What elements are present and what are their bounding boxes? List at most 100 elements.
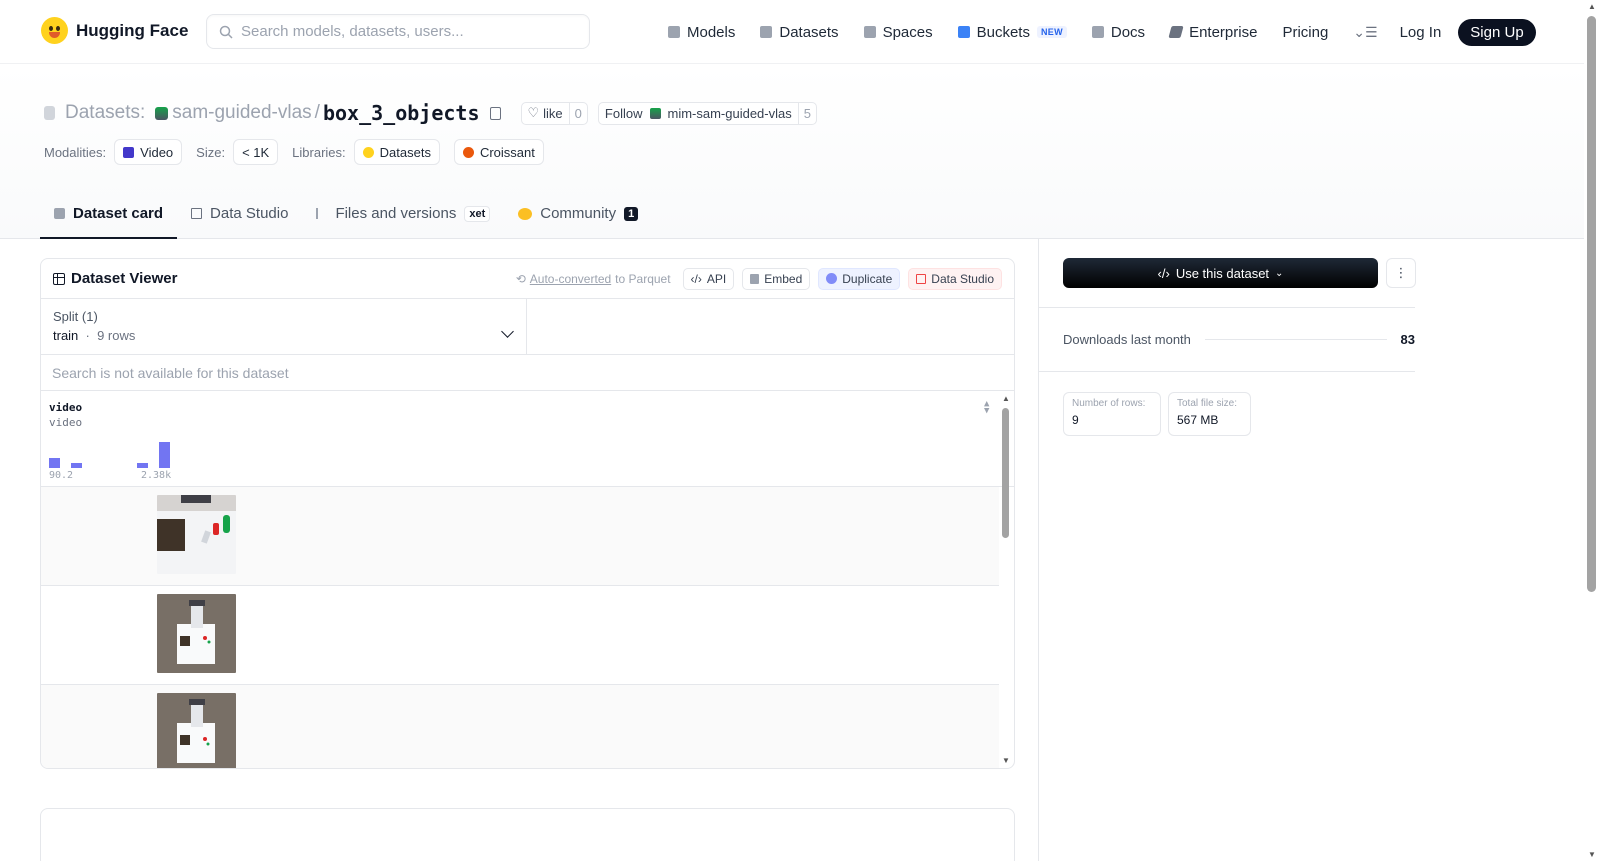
- histogram-bar[interactable]: [137, 462, 148, 468]
- enterprise-icon: [1168, 26, 1184, 38]
- chevron-down-icon: ⌄: [1275, 267, 1284, 279]
- table-row[interactable]: [41, 685, 999, 768]
- file-size-stat: Total file size: 567 MB: [1168, 392, 1251, 436]
- auto-converted-link[interactable]: Auto-converted: [530, 272, 611, 286]
- nav-buckets[interactable]: Buckets NEW: [957, 23, 1067, 41]
- split-select[interactable]: Split (1) train · 9 rows: [41, 299, 527, 354]
- follower-count: 5: [797, 102, 816, 124]
- database-icon: [760, 26, 773, 38]
- tab-community[interactable]: Community 1: [504, 188, 652, 239]
- vertical-dots-icon: ⋮: [1394, 265, 1408, 280]
- table-row[interactable]: [41, 487, 999, 586]
- like-button[interactable]: ♡ like 0: [520, 101, 588, 125]
- video-thumbnail[interactable]: [157, 594, 236, 673]
- page-scrollbar-thumb[interactable]: [1587, 16, 1596, 592]
- login-button[interactable]: Log In: [1400, 24, 1442, 41]
- video-thumbnail-frame: [157, 594, 236, 673]
- tab-community-label: Community: [540, 205, 617, 222]
- like-label: like: [543, 105, 563, 121]
- embed-button[interactable]: Embed: [742, 267, 811, 290]
- refresh-icon: ⟲: [515, 271, 526, 286]
- scroll-up-icon[interactable]: ▲: [1002, 394, 1010, 403]
- brand-name: Hugging Face: [76, 20, 189, 40]
- signup-button[interactable]: Sign Up: [1458, 18, 1536, 46]
- owner-avatar: [155, 106, 169, 120]
- tab-dataset-card-label: Dataset card: [73, 205, 164, 222]
- table-icon: [916, 273, 927, 284]
- table-icon: [53, 272, 65, 285]
- search-box[interactable]: [206, 14, 590, 49]
- sort-icon[interactable]: ▲ ▼: [984, 400, 989, 416]
- file-size-label: Total file size:: [1177, 398, 1238, 409]
- tag-datasets-library[interactable]: Datasets: [353, 139, 440, 165]
- tab-data-studio[interactable]: Data Studio: [177, 188, 302, 239]
- size-label: Size:: [196, 144, 226, 160]
- column-name: video: [49, 401, 83, 414]
- column-type: video: [49, 416, 83, 429]
- hugging-face-logo-icon: [41, 17, 68, 44]
- top-navbar: Hugging Face Models Datasets Spaces Buck…: [0, 0, 1584, 64]
- table-scrollbar[interactable]: ▲ ▼: [999, 391, 1013, 768]
- like-count: 0: [568, 102, 587, 124]
- search-icon: [219, 25, 233, 39]
- dataset-card-content: [40, 808, 1015, 861]
- nav-models[interactable]: Models: [668, 24, 735, 41]
- histogram-bar[interactable]: [49, 458, 60, 468]
- follow-button[interactable]: Follow mim-sam-guided-vlas 5: [597, 101, 817, 125]
- histogram-bar[interactable]: [71, 462, 82, 468]
- page-scrollbar[interactable]: ▲ ▼: [1584, 0, 1600, 861]
- database-icon: [44, 106, 55, 120]
- nav-enterprise[interactable]: Enterprise: [1168, 23, 1258, 41]
- nav-pricing[interactable]: Pricing: [1282, 24, 1328, 41]
- brand-logo[interactable]: Hugging Face: [41, 17, 188, 44]
- file-tree-icon: [316, 208, 327, 219]
- api-label: API: [706, 271, 727, 286]
- table-row[interactable]: [41, 586, 999, 685]
- heart-icon: ♡: [527, 105, 540, 120]
- xet-badge: xet: [464, 205, 491, 222]
- nav-spaces[interactable]: Spaces: [863, 23, 933, 41]
- nav-spaces-label: Spaces: [882, 23, 933, 41]
- nav-datasets[interactable]: Datasets: [760, 24, 839, 41]
- scroll-down-icon[interactable]: ▼: [1002, 756, 1010, 765]
- more-menu-icon[interactable]: ⌄☰: [1353, 24, 1377, 41]
- api-button[interactable]: ‹/› API: [682, 267, 735, 290]
- viewer-title: Dataset Viewer: [53, 270, 177, 287]
- downloads-stat: Downloads last month 83: [1063, 332, 1415, 347]
- scroll-up-icon[interactable]: ▲: [1588, 2, 1596, 11]
- repo-owner-link[interactable]: sam-guided-vlas: [172, 102, 311, 124]
- column-header-video[interactable]: video video ▲ ▼ 90.2 2.38k: [41, 391, 1014, 487]
- data-studio-button[interactable]: Data Studio: [908, 267, 1002, 290]
- tag-size[interactable]: < 1K: [233, 139, 279, 165]
- org-avatar: [650, 107, 662, 119]
- data-studio-label: Data Studio: [931, 271, 994, 286]
- more-options-button[interactable]: ⋮: [1386, 258, 1416, 288]
- duplicate-button[interactable]: Duplicate: [818, 267, 901, 290]
- tab-dataset-card[interactable]: Dataset card: [40, 188, 178, 239]
- video-icon: [123, 146, 135, 158]
- croissant-icon: [462, 146, 474, 158]
- tag-croissant-library[interactable]: Croissant: [453, 139, 544, 165]
- dataset-viewer: Dataset Viewer ⟲ Auto-converted to Parquet…: [40, 258, 1015, 769]
- video-thumbnail[interactable]: [157, 495, 236, 574]
- use-this-dataset-button[interactable]: ‹/› Use this dataset ⌄: [1063, 258, 1378, 288]
- cube-icon: [668, 26, 680, 38]
- repo-name[interactable]: box_3_objects: [323, 101, 480, 125]
- nav-buckets-label: Buckets: [976, 23, 1030, 41]
- scrollbar-thumb[interactable]: [1002, 408, 1009, 538]
- copy-icon[interactable]: [489, 106, 501, 120]
- repo-type-label[interactable]: Datasets:: [65, 102, 145, 124]
- embed-icon: [750, 273, 760, 284]
- search-input[interactable]: [241, 23, 571, 40]
- scroll-down-icon[interactable]: ▼: [1588, 850, 1596, 859]
- nav-enterprise-label: Enterprise: [1189, 23, 1258, 41]
- sidebar-divider: [1039, 307, 1415, 308]
- video-thumbnail-frame: [157, 693, 236, 768]
- histogram-bar[interactable]: [159, 442, 170, 468]
- video-thumbnail[interactable]: [157, 693, 236, 768]
- new-badge: NEW: [1036, 26, 1067, 38]
- tab-files-and-versions[interactable]: Files and versions xet: [302, 188, 504, 239]
- nav-docs[interactable]: Docs: [1091, 24, 1145, 41]
- tag-video[interactable]: Video: [114, 139, 183, 165]
- downloads-sparkline: [1204, 339, 1387, 340]
